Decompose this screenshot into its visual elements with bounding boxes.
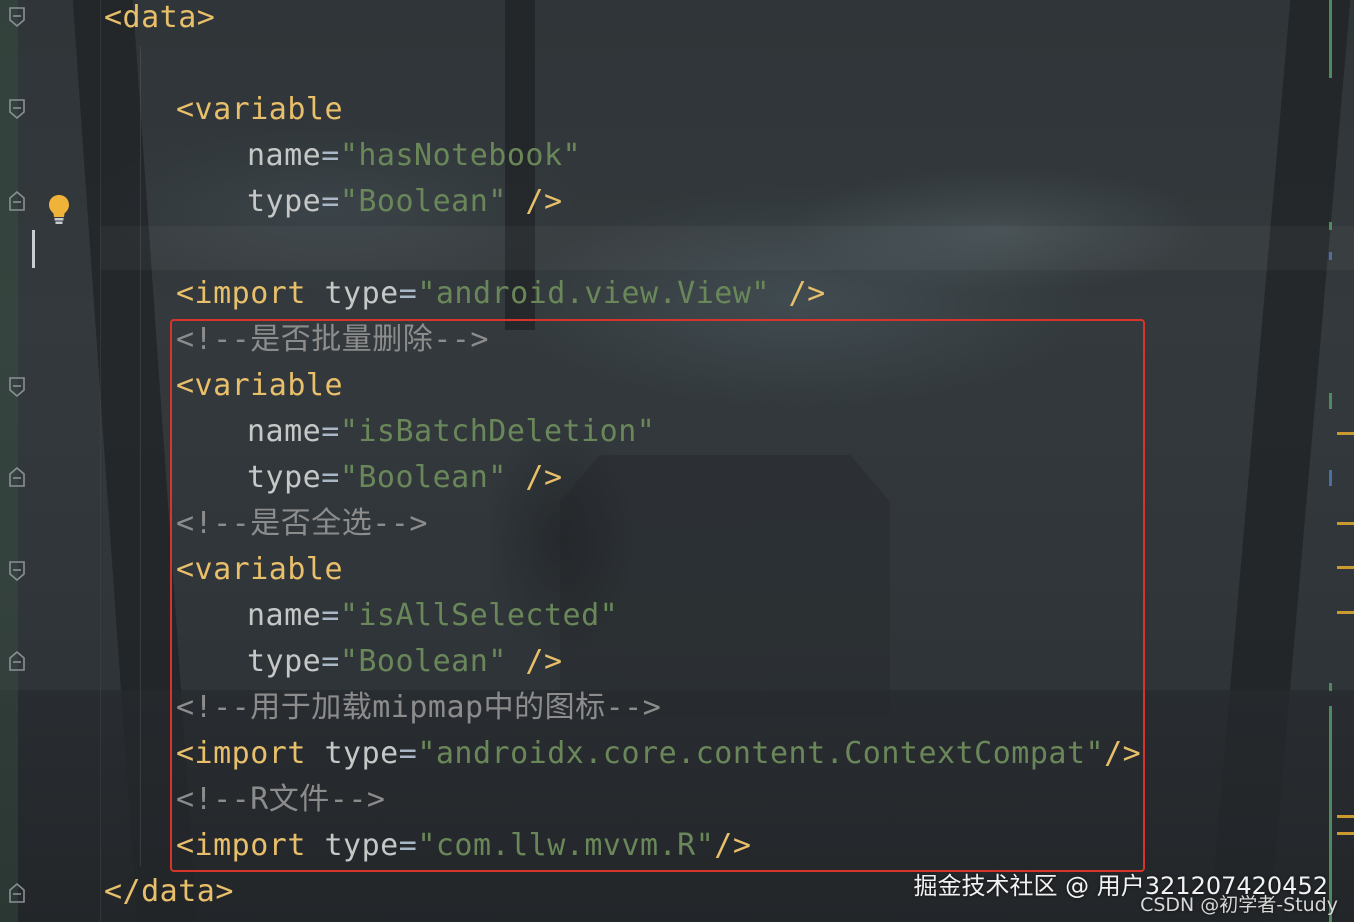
code-line-type-attr[interactable]: type="Boolean" /> <box>247 179 563 225</box>
scroll-marker[interactable] <box>1337 432 1354 435</box>
code-line-data-open[interactable]: <data> <box>104 0 215 41</box>
equals-sign: = <box>398 276 418 311</box>
xml-tag: <variable <box>176 92 344 127</box>
equals-sign: = <box>321 138 340 173</box>
fold-marker-icon[interactable] <box>8 560 26 582</box>
fold-marker-icon[interactable] <box>8 650 26 672</box>
fold-marker-icon[interactable] <box>8 98 26 120</box>
editor-gutter <box>0 0 101 922</box>
fold-marker-icon[interactable] <box>8 190 26 212</box>
scroll-marker[interactable] <box>1337 611 1354 614</box>
text-caret <box>32 230 35 268</box>
xml-attribute: name <box>247 138 322 173</box>
scroll-marker[interactable] <box>1329 470 1332 486</box>
xml-tag-close: /> <box>769 276 826 311</box>
xml-attribute: type <box>247 184 322 219</box>
xml-tag-close: /> <box>506 184 563 219</box>
scroll-marker[interactable] <box>1337 566 1354 569</box>
scroll-marker[interactable] <box>1329 393 1332 409</box>
vcs-change-strip <box>0 0 18 922</box>
scroll-marker[interactable] <box>1329 683 1332 691</box>
xml-attribute-value: "hasNotebook" <box>339 138 582 173</box>
xml-attribute: type <box>324 276 399 311</box>
fold-marker-icon[interactable] <box>8 376 26 398</box>
xml-attribute-value: "Boolean" <box>339 184 507 219</box>
fold-marker-icon[interactable] <box>8 466 26 488</box>
indent-guide <box>140 46 141 866</box>
code-line-data-close[interactable]: </data> <box>104 869 234 915</box>
annotation-highlight-box <box>170 319 1145 872</box>
scroll-marker[interactable] <box>1337 522 1354 525</box>
equals-sign: = <box>321 184 340 219</box>
lightbulb-icon[interactable] <box>47 193 71 225</box>
watermark-csdn: CSDN @初学者-Study <box>1140 894 1338 916</box>
xml-tag: </data> <box>104 874 234 909</box>
xml-tag: <import <box>176 276 306 311</box>
fold-marker-icon[interactable] <box>8 6 26 28</box>
scroll-marker[interactable] <box>1329 222 1332 230</box>
xml-tag: <data> <box>104 0 216 35</box>
code-line-name-attr[interactable]: name="hasNotebook" <box>247 133 581 179</box>
scroll-marker[interactable] <box>1337 832 1354 835</box>
scroll-marker[interactable] <box>1329 0 1332 78</box>
current-line-highlight <box>100 226 1354 270</box>
scroll-marker[interactable] <box>1329 252 1332 260</box>
code-line-variable[interactable]: <variable <box>176 87 343 133</box>
code-line-import[interactable]: <import type="android.view.View" /> <box>176 271 826 317</box>
fold-marker-icon[interactable] <box>8 882 26 904</box>
scroll-marker[interactable] <box>1337 815 1354 818</box>
xml-attribute-value: "android.view.View" <box>417 276 770 311</box>
